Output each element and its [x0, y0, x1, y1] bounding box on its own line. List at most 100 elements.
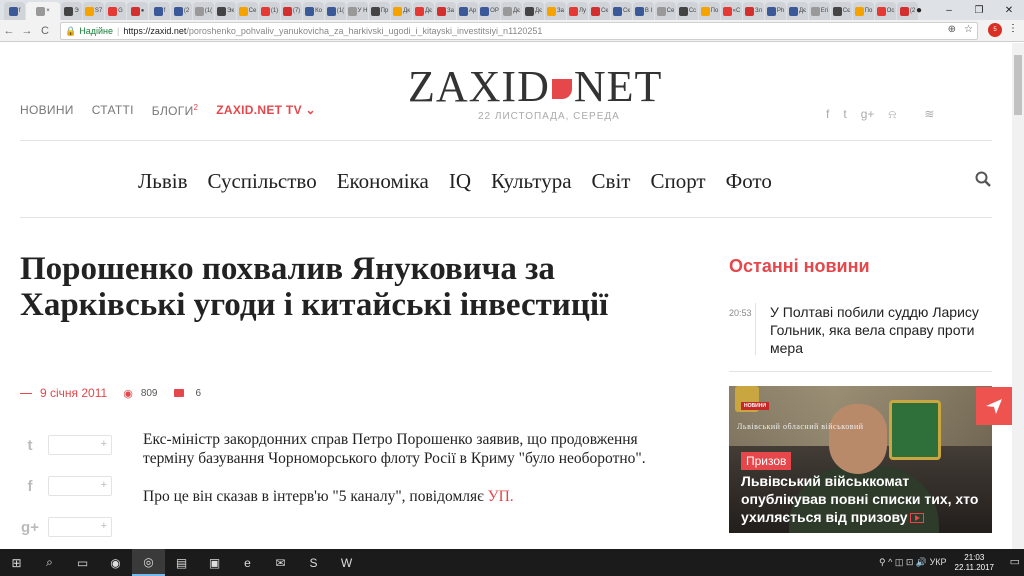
app-icon[interactable]: ▣ — [198, 549, 231, 576]
nav-lviv[interactable]: Львів — [138, 169, 188, 194]
browser-tab[interactable]: Ск — [589, 2, 610, 20]
reload-button[interactable]: C — [36, 25, 54, 37]
zoom-icon[interactable]: ⊕ — [948, 24, 956, 35]
browser-tab[interactable]: (1) — [259, 2, 280, 20]
browser-tab[interactable]: f — [4, 2, 25, 20]
word-icon[interactable]: W — [330, 549, 363, 576]
browser-tab[interactable]: ● — [127, 2, 148, 20]
article-date[interactable]: 9 січня 2011 — [40, 386, 107, 400]
task-view-icon[interactable]: ▭ — [66, 549, 99, 576]
latest-news-title[interactable]: Останні новини — [729, 256, 870, 277]
minimize-button[interactable]: – — [934, 0, 964, 20]
browser-tab[interactable]: (1( — [193, 2, 214, 20]
browser-tab[interactable]: Эк — [215, 2, 236, 20]
google-plus-icon[interactable]: g+ — [861, 107, 875, 122]
nav-photo[interactable]: Фото — [726, 169, 772, 194]
nav-news[interactable]: НОВИНИ — [20, 103, 74, 118]
browser-tab[interactable]: Дє — [501, 2, 522, 20]
browser-tab[interactable]: Зл — [743, 2, 764, 20]
clock[interactable]: 21:03 22.11.2017 — [955, 553, 994, 573]
profile-icon[interactable]: ● — [904, 0, 934, 20]
news-text[interactable]: У Полтаві побили суддю Ларису Гольник, я… — [770, 303, 985, 357]
browser-tab[interactable]: В І — [633, 2, 654, 20]
browser-tab[interactable]: Сс — [677, 2, 698, 20]
browser-tab[interactable]: Ар — [457, 2, 478, 20]
share-facebook[interactable]: f + — [20, 476, 112, 496]
browser-tab[interactable]: Егі — [809, 2, 830, 20]
extension-icon[interactable]: 5 — [988, 23, 1002, 37]
restore-button[interactable]: ❐ — [964, 0, 994, 20]
browser-tab[interactable]: (2 — [171, 2, 192, 20]
forward-button[interactable]: → — [18, 25, 36, 37]
rss-icon[interactable]: ≋ — [924, 107, 934, 122]
browser-tab[interactable]: f — [149, 2, 170, 20]
browser-tab[interactable]: Рh — [765, 2, 786, 20]
nav-articles[interactable]: СТАТТІ — [92, 103, 134, 118]
browser-tab[interactable]: Се — [655, 2, 676, 20]
firefox-icon[interactable]: ◉ — [99, 549, 132, 576]
share-counter[interactable]: + — [48, 476, 112, 496]
browser-tab[interactable]: Дє — [523, 2, 544, 20]
browser-tab[interactable]: Ко — [303, 2, 324, 20]
share-twitter[interactable]: t + — [20, 435, 112, 455]
start-button[interactable]: ⊞ — [0, 549, 33, 576]
browser-tab[interactable]: За — [545, 2, 566, 20]
browser-tab[interactable]: За — [435, 2, 456, 20]
share-button[interactable] — [976, 387, 1012, 425]
browser-tab[interactable]: (1( — [325, 2, 346, 20]
browser-tab[interactable]: S7 — [83, 2, 104, 20]
share-counter[interactable]: + — [48, 517, 112, 537]
notification-icon[interactable]: ▭ — [1010, 555, 1020, 568]
nav-economy[interactable]: Економіка — [337, 169, 429, 194]
menu-icon[interactable]: ⋮ — [1008, 23, 1018, 37]
nav-blogs[interactable]: БЛОГИ2 — [152, 103, 198, 118]
nav-tv[interactable]: ZAXID.NET TV ⌄ — [216, 103, 316, 118]
scrollbar-thumb[interactable] — [1014, 55, 1022, 115]
browser-tab[interactable]: Ос — [875, 2, 896, 20]
browser-tab[interactable]: Дє — [787, 2, 808, 20]
feature-caption[interactable]: Львівський військкомат опублікував повні… — [741, 472, 985, 526]
browser-tab[interactable]: По — [699, 2, 720, 20]
featured-news-card[interactable]: НОВИНИ Львівський обласний військовий Пр… — [729, 386, 992, 533]
browser-tab[interactable]: G — [105, 2, 126, 20]
chrome-icon[interactable]: ◎ — [132, 549, 165, 576]
close-window-button[interactable]: ✕ — [994, 0, 1024, 20]
browser-tab[interactable]: Дк — [391, 2, 412, 20]
android-icon[interactable]: ⍾ — [888, 107, 896, 122]
search-icon[interactable]: ⌕ — [33, 549, 66, 576]
browser-tab[interactable]: Лу — [567, 2, 588, 20]
mail-icon[interactable]: ✉ — [264, 549, 297, 576]
browser-tab[interactable]: × — [26, 2, 60, 20]
nav-culture[interactable]: Культура — [491, 169, 571, 194]
browser-tab[interactable]: Дє — [413, 2, 434, 20]
browser-tab[interactable]: Се — [237, 2, 258, 20]
facebook-icon[interactable]: f — [826, 107, 829, 122]
back-button[interactable]: ← — [0, 25, 18, 37]
source-link[interactable]: УП. — [488, 488, 514, 505]
category-tag[interactable]: Призов — [741, 452, 792, 470]
browser-tab[interactable]: У Н — [347, 2, 368, 20]
edge-icon[interactable]: e — [231, 549, 264, 576]
nav-sport[interactable]: Спорт — [650, 169, 705, 194]
comments-count[interactable]: 6 — [196, 388, 202, 399]
share-counter[interactable]: + — [48, 435, 112, 455]
browser-tab[interactable]: ОР — [479, 2, 500, 20]
twitter-icon[interactable]: t — [843, 107, 846, 122]
bookmark-star-icon[interactable]: ☆ — [964, 24, 973, 35]
skype-icon[interactable]: S — [297, 549, 330, 576]
address-bar[interactable]: 🔒 Надійне | https://zaxid.net /poroshenk… — [60, 22, 978, 40]
nav-world[interactable]: Світ — [592, 169, 631, 194]
file-explorer-icon[interactable]: ▤ — [165, 549, 198, 576]
site-logo[interactable]: ZAXID NET — [408, 61, 662, 112]
search-icon[interactable] — [975, 171, 991, 192]
browser-tab[interactable]: Сє — [831, 2, 852, 20]
browser-tab[interactable]: (7) — [281, 2, 302, 20]
browser-tab[interactable]: «С — [721, 2, 742, 20]
nav-society[interactable]: Суспільство — [208, 169, 317, 194]
page-scrollbar[interactable] — [1012, 43, 1024, 549]
tray-icons[interactable]: ⚲ ^ ◫ ⊡ 🔊 УКР — [879, 557, 947, 568]
news-item[interactable]: 20:53 У Полтаві побили суддю Ларису Голь… — [729, 303, 985, 357]
nav-iq[interactable]: IQ — [449, 169, 471, 194]
browser-tab[interactable]: Э — [61, 2, 82, 20]
browser-tab[interactable]: Ск — [611, 2, 632, 20]
